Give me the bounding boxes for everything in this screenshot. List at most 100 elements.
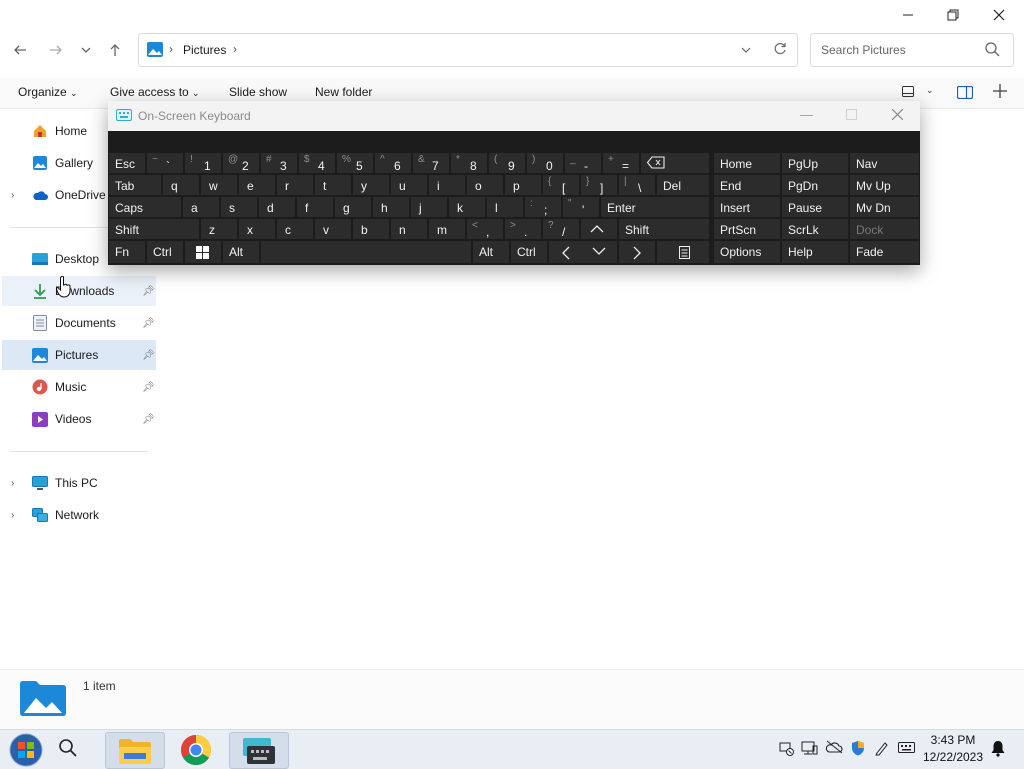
sidebar-item-videos[interactable]: Videos 📌︎ bbox=[2, 404, 156, 434]
key-tilde[interactable]: ~ ` bbox=[147, 153, 183, 173]
sidebar-item-downloads[interactable]: Downloads 📌︎ bbox=[2, 276, 156, 306]
key-x[interactable]: x bbox=[239, 219, 275, 239]
search-input[interactable] bbox=[819, 42, 983, 58]
restore-button[interactable] bbox=[930, 0, 976, 30]
key-end[interactable]: End bbox=[714, 175, 780, 195]
key-s[interactable]: s bbox=[221, 197, 257, 217]
key-space[interactable] bbox=[261, 241, 471, 263]
key-help[interactable]: Help bbox=[782, 241, 848, 263]
osk-titlebar[interactable]: On-Screen Keyboard — bbox=[108, 101, 920, 131]
keyboard-tray-icon[interactable] bbox=[898, 740, 915, 757]
search-box[interactable] bbox=[810, 33, 1014, 67]
key-minus[interactable]: _ - bbox=[565, 153, 601, 173]
search-taskbar-button[interactable] bbox=[58, 738, 78, 761]
key-left-shift[interactable]: Shift bbox=[109, 219, 199, 239]
key-h[interactable]: h bbox=[373, 197, 409, 217]
organize-menu[interactable]: Organize ⌄ bbox=[18, 85, 78, 99]
sidebar-item-this-pc[interactable]: › This PC bbox=[2, 468, 156, 498]
key-insert[interactable]: Insert bbox=[714, 197, 780, 217]
key-9[interactable]: (9 bbox=[489, 153, 525, 173]
key-g[interactable]: g bbox=[335, 197, 371, 217]
key-k[interactable]: k bbox=[449, 197, 485, 217]
key-d[interactable]: d bbox=[259, 197, 295, 217]
search-icon[interactable] bbox=[985, 42, 1000, 60]
up-button[interactable] bbox=[103, 36, 127, 64]
key-del[interactable]: Del bbox=[657, 175, 709, 195]
key-backslash[interactable]: | \ bbox=[619, 175, 655, 195]
key-nav[interactable]: Nav bbox=[850, 153, 919, 173]
key-right-bracket[interactable]: }] bbox=[581, 175, 617, 195]
key-menu[interactable] bbox=[657, 241, 709, 263]
key-2[interactable]: @2 bbox=[223, 153, 259, 173]
key-pause[interactable]: Pause bbox=[782, 197, 848, 217]
key-mv-dn[interactable]: Mv Dn bbox=[850, 197, 919, 217]
key-p[interactable]: p bbox=[505, 175, 541, 195]
view-options-icon[interactable] bbox=[902, 86, 915, 101]
key-windows[interactable] bbox=[185, 241, 221, 263]
new-folder-button[interactable]: New folder bbox=[315, 85, 372, 99]
osk-taskbar-button[interactable] bbox=[229, 732, 289, 769]
key-5[interactable]: % 5 bbox=[337, 153, 373, 173]
key-left-bracket[interactable]: {[ bbox=[543, 175, 579, 195]
key-f[interactable]: f bbox=[297, 197, 333, 217]
key-equals[interactable]: + = bbox=[603, 153, 639, 173]
key-esc[interactable]: Esc bbox=[109, 153, 145, 173]
security-shield-icon[interactable] bbox=[850, 740, 866, 759]
key-3[interactable]: #3 bbox=[261, 153, 297, 173]
key-0[interactable]: ) 0 bbox=[527, 153, 563, 173]
key-caps[interactable]: Caps bbox=[109, 197, 181, 217]
key-pgup[interactable]: PgUp bbox=[782, 153, 848, 173]
key-quote[interactable]: " ' bbox=[563, 197, 599, 217]
key-l[interactable]: l bbox=[487, 197, 523, 217]
recent-locations-button[interactable] bbox=[74, 36, 98, 64]
key-fade[interactable]: Fade bbox=[850, 241, 919, 263]
key-scrlk[interactable]: ScrLk bbox=[782, 219, 848, 239]
key-left-ctrl[interactable]: Ctrl bbox=[147, 241, 183, 263]
key-7[interactable]: & 7 bbox=[413, 153, 449, 173]
sidebar-item-documents[interactable]: Documents 📌︎ bbox=[2, 308, 156, 338]
clock-time[interactable]: 3:43 PM bbox=[924, 733, 982, 747]
key-right-ctrl[interactable]: Ctrl bbox=[511, 241, 547, 263]
key-prtscn[interactable]: PrtScn bbox=[714, 219, 780, 239]
osk-maximize-button[interactable] bbox=[846, 109, 857, 123]
key-period[interactable]: >. bbox=[505, 219, 541, 239]
key-z[interactable]: z bbox=[201, 219, 237, 239]
osk-close-button[interactable] bbox=[891, 108, 904, 123]
view-dropdown-icon[interactable]: ⌄ bbox=[926, 85, 934, 96]
network-status-icon[interactable] bbox=[801, 740, 818, 759]
start-button[interactable] bbox=[8, 732, 44, 767]
key-w[interactable]: w bbox=[201, 175, 237, 195]
key-arrow-right[interactable] bbox=[619, 241, 655, 263]
key-r[interactable]: r bbox=[277, 175, 313, 195]
address-bar[interactable]: › Pictures › bbox=[138, 33, 798, 67]
key-v[interactable]: v bbox=[315, 219, 351, 239]
key-arrow-down[interactable] bbox=[581, 241, 617, 263]
key-4[interactable]: $4 bbox=[299, 153, 335, 173]
key-y[interactable]: y bbox=[353, 175, 389, 195]
details-pane-icon[interactable] bbox=[956, 85, 974, 102]
key-arrow-up[interactable] bbox=[581, 219, 617, 239]
key-o[interactable]: o bbox=[467, 175, 503, 195]
sidebar-item-music[interactable]: Music 📌︎ bbox=[2, 372, 156, 402]
osk-minimize-button[interactable]: — bbox=[800, 107, 813, 122]
key-i[interactable]: i bbox=[429, 175, 465, 195]
clock-date[interactable]: 12/22/2023 bbox=[920, 750, 986, 764]
key-fn[interactable]: Fn bbox=[109, 241, 145, 263]
back-button[interactable] bbox=[8, 36, 32, 64]
minimize-button[interactable] bbox=[885, 0, 931, 30]
notification-bell-icon[interactable] bbox=[990, 740, 1006, 760]
key-mv-up[interactable]: Mv Up bbox=[850, 175, 919, 195]
key-8[interactable]: * 8 bbox=[451, 153, 487, 173]
key-right-alt[interactable]: Alt bbox=[473, 241, 509, 263]
give-access-menu[interactable]: Give access to ⌄ bbox=[110, 85, 200, 99]
key-u[interactable]: u bbox=[391, 175, 427, 195]
close-window-button[interactable] bbox=[976, 0, 1022, 30]
key-enter[interactable]: Enter bbox=[601, 197, 709, 217]
key-q[interactable]: q bbox=[163, 175, 199, 195]
key-6[interactable]: ^ 6 bbox=[375, 153, 411, 173]
add-icon[interactable] bbox=[993, 84, 1007, 101]
onedrive-tray-icon[interactable] bbox=[825, 740, 843, 757]
key-a[interactable]: a bbox=[183, 197, 219, 217]
sidebar-item-pictures[interactable]: Pictures 📌︎ bbox=[2, 340, 156, 370]
breadcrumb-pictures[interactable]: Pictures bbox=[183, 43, 226, 57]
